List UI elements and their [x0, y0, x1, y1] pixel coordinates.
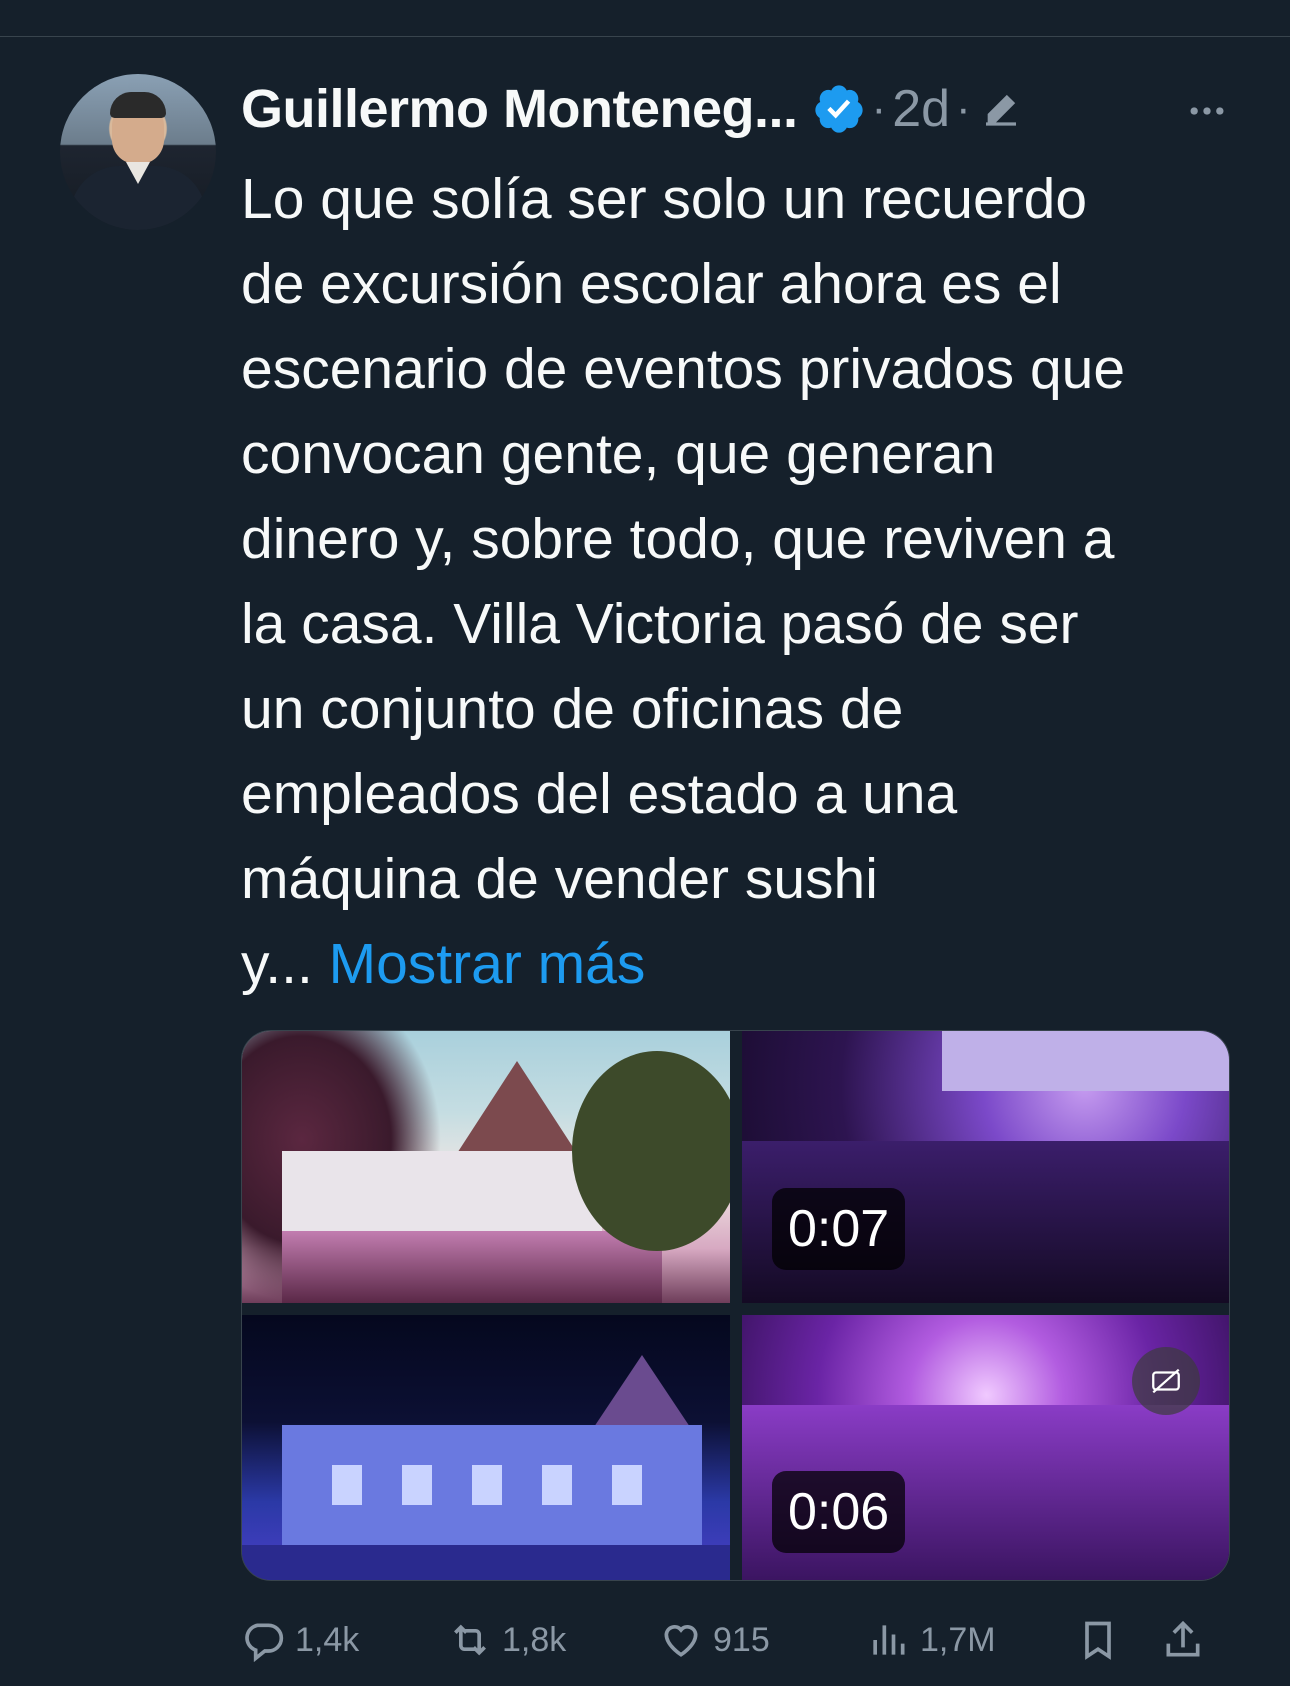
share-icon — [1166, 1620, 1200, 1657]
action-bar: 1,4k 1,8k 915 1,7M — [241, 1610, 1231, 1670]
villa-roof — [452, 1061, 582, 1161]
tweet-text-line: empleados del estado a una — [241, 762, 958, 826]
bookmark-icon — [1085, 1621, 1111, 1660]
reply-icon — [245, 1623, 284, 1662]
media-video-1[interactable]: 0:07 — [742, 1031, 1229, 1303]
video-duration: 0:07 — [772, 1188, 906, 1270]
tweet-text-line: convocan gente, que generan — [241, 422, 996, 486]
retweet-icon — [454, 1624, 486, 1656]
foreground — [242, 1545, 730, 1580]
views-button[interactable]: 1,7M — [866, 1610, 996, 1670]
building-bg — [942, 1031, 1229, 1091]
tweet-text-last-line: y... Mostrar más — [241, 922, 1251, 1007]
tweet-text-line: la casa. Villa Victoria pasó de ser — [241, 592, 1079, 656]
author-name[interactable]: Guillermo Monteneg... — [241, 78, 798, 140]
captions-icon — [1152, 1368, 1180, 1394]
media-video-2[interactable]: 0:06 — [742, 1315, 1229, 1580]
retweet-count: 1,8k — [502, 1620, 567, 1659]
tweet-text-line: máquina de vender sushi — [241, 847, 878, 911]
video-duration: 0:06 — [772, 1471, 906, 1553]
tweet-text-line: dinero y, sobre todo, que reviven a — [241, 507, 1115, 571]
reply-button[interactable]: 1,4k — [241, 1610, 359, 1670]
verified-badge-icon — [814, 85, 863, 133]
tweet[interactable]: Guillermo Monteneg... · 2d · Lo que solí… — [0, 37, 1290, 1686]
avatar-hair — [110, 92, 166, 118]
edit-icon[interactable] — [981, 89, 1021, 129]
like-count: 915 — [713, 1620, 770, 1659]
bookmark-button[interactable] — [1076, 1610, 1130, 1670]
media-photo-villa-sunset[interactable] — [242, 1031, 730, 1303]
tweet-header: Guillermo Monteneg... · 2d · — [241, 69, 1241, 149]
share-button[interactable] — [1161, 1610, 1215, 1670]
tweet-text-line: escenario de eventos privados que — [241, 337, 1126, 401]
retweet-button[interactable]: 1,8k — [448, 1610, 566, 1670]
more-icon[interactable] — [1185, 89, 1229, 133]
show-more-link[interactable]: Mostrar más — [329, 932, 646, 996]
villa-lights — [282, 1231, 662, 1303]
like-button[interactable]: 915 — [659, 1610, 770, 1670]
separator-dot-2: · — [956, 84, 971, 133]
tweet-text-line: de excursión escolar ahora es el — [241, 252, 1062, 316]
media-grid: 0:07 0:06 — [241, 1030, 1230, 1581]
reply-count: 1,4k — [295, 1620, 360, 1659]
like-icon — [664, 1625, 698, 1657]
captions-button[interactable] — [1132, 1347, 1200, 1415]
tweet-text-line: un conjunto de oficinas de — [241, 677, 904, 741]
views-count: 1,7M — [920, 1620, 996, 1659]
tweet-text: Lo que solía ser solo un recuerdo de exc… — [241, 157, 1251, 1007]
media-photo-villa-night[interactable] — [242, 1315, 730, 1580]
timestamp[interactable]: 2d — [892, 79, 950, 139]
separator-dot: · — [871, 84, 887, 133]
avatar[interactable] — [60, 74, 216, 230]
tree-right — [572, 1051, 730, 1251]
views-icon — [873, 1625, 905, 1655]
tweet-text-line: Lo que solía ser solo un recuerdo — [241, 167, 1088, 231]
truncated-text: y... — [241, 932, 313, 996]
villa-night-windows — [332, 1465, 652, 1505]
